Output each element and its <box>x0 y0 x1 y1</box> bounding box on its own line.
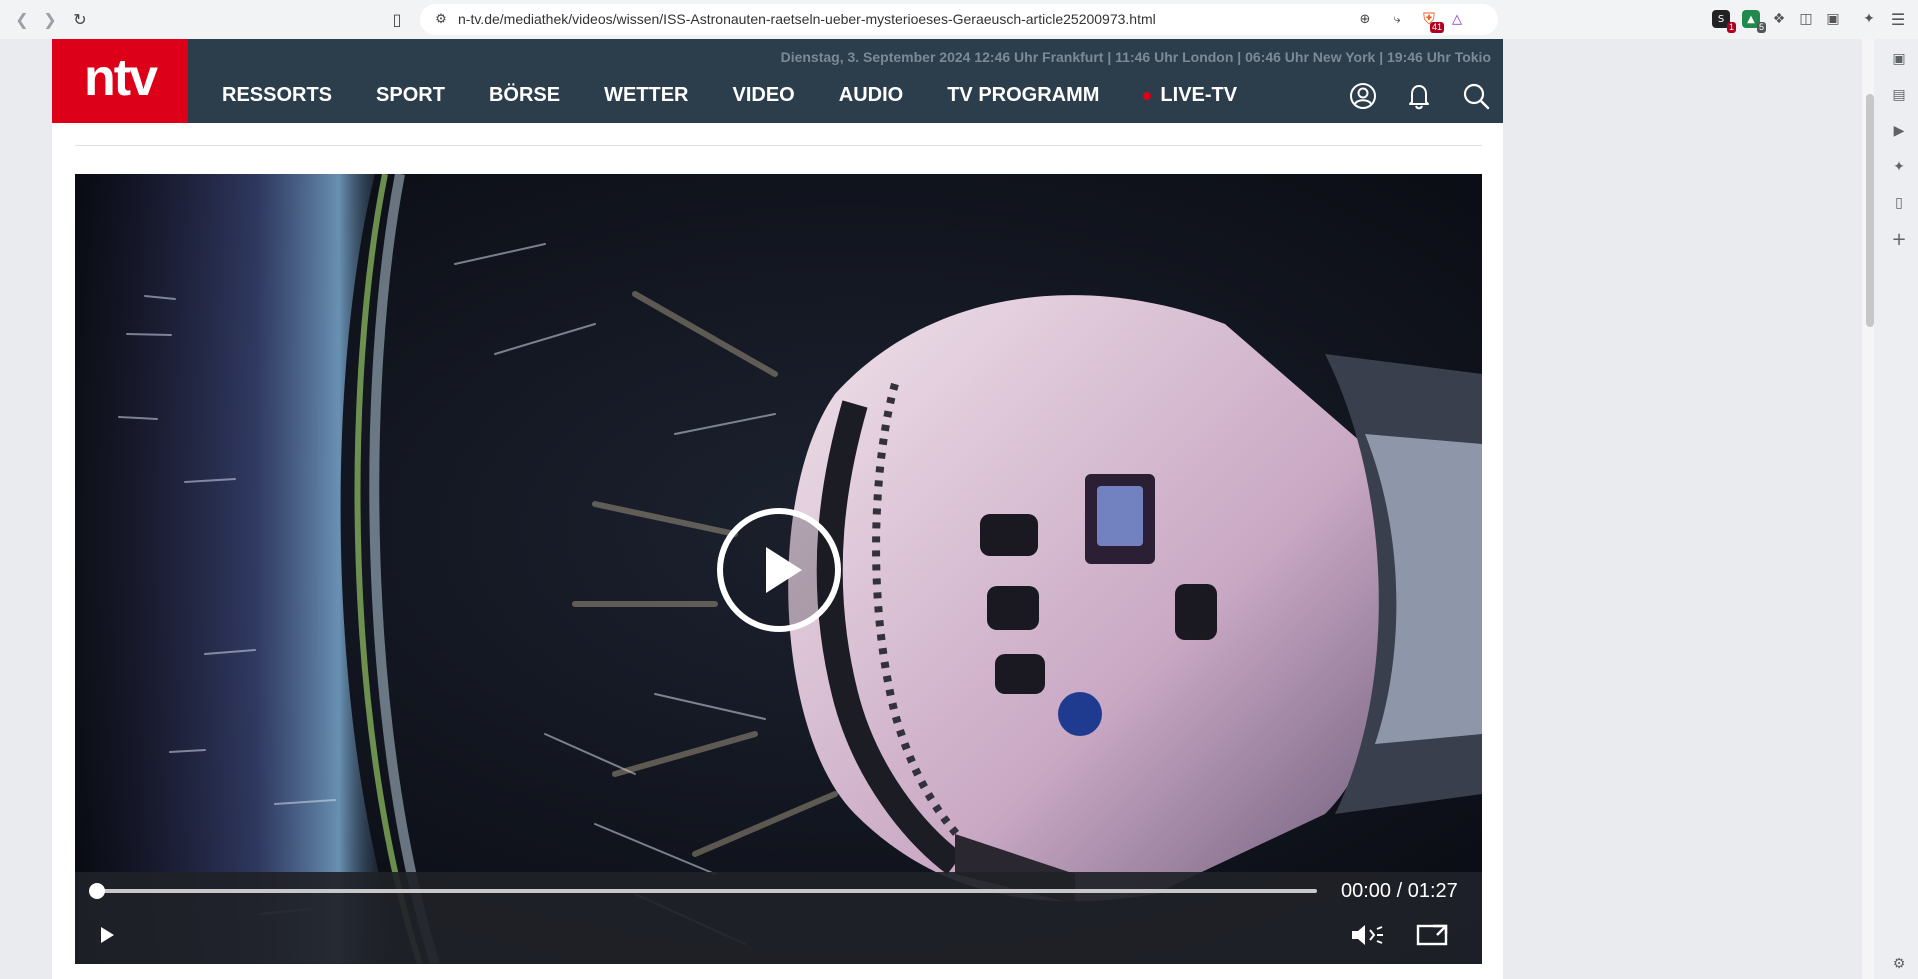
nav-boerse[interactable]: BÖRSE <box>489 84 560 107</box>
sidebar-reading-list-icon[interactable]: ▤ <box>1890 86 1908 104</box>
live-tv-label: LIVE-TV <box>1160 84 1238 106</box>
back-icon[interactable]: ❮ <box>12 9 32 29</box>
zoom-icon[interactable]: ⊕ <box>1356 10 1374 28</box>
extension-icon-2[interactable]: ▲ 5 <box>1742 10 1766 33</box>
logo-text: ntv <box>84 49 158 107</box>
nav-video[interactable]: VIDEO <box>733 84 795 107</box>
video-player[interactable]: 00:00 / 01:27 <box>75 174 1482 964</box>
user-icon[interactable] <box>1348 81 1378 111</box>
sidebar-toggle-icon[interactable]: ◫ <box>1797 10 1815 28</box>
reload-icon[interactable]: ↻ <box>70 9 90 29</box>
scrollbar-thumb[interactable] <box>1866 94 1874 327</box>
bookmark-icon[interactable]: ▯ <box>387 9 407 29</box>
dateline: Dienstag, 3. September 2024 12:46 Uhr Fr… <box>780 49 1491 65</box>
sidebar-playlist-icon[interactable]: ▶ <box>1890 122 1908 140</box>
mute-icon[interactable] <box>1348 920 1388 950</box>
search-icon[interactable] <box>1461 81 1491 111</box>
share-icon[interactable]: ⤷ <box>1388 10 1406 28</box>
main-navigation: RESSORTS SPORT BÖRSE WETTER VIDEO AUDIO … <box>222 84 1281 107</box>
extension-icon-1[interactable]: S1 <box>1712 10 1736 33</box>
wallet-icon[interactable]: ▣ <box>1824 10 1842 28</box>
progress-bar[interactable] <box>97 889 1317 893</box>
brave-rewards-icon[interactable]: △ <box>1448 10 1466 28</box>
video-controls: 00:00 / 01:27 <box>75 872 1482 964</box>
nav-wetter[interactable]: WETTER <box>604 84 688 107</box>
header-divider <box>75 145 1482 146</box>
browser-sidebar <box>1868 39 1918 979</box>
sidebar-wallet-icon[interactable]: ▣ <box>1890 50 1908 68</box>
nav-sport[interactable]: SPORT <box>376 84 445 107</box>
sidebar-add-icon[interactable]: + <box>1890 229 1908 250</box>
sidebar-bookmarks-icon[interactable]: ▯ <box>1890 194 1908 212</box>
extensions-puzzle-icon[interactable]: ❖ <box>1770 10 1788 28</box>
extension-badge-2: 5 <box>1756 22 1766 33</box>
nav-ressorts[interactable]: RESSORTS <box>222 84 332 107</box>
sidebar-settings-icon[interactable]: ⚙ <box>1890 955 1908 973</box>
nav-tv-programm[interactable]: TV PROGRAMM <box>947 84 1099 107</box>
address-bar[interactable]: ⚙ n-tv.de/mediathek/videos/wissen/ISS-As… <box>420 4 1498 35</box>
bell-icon[interactable] <box>1404 81 1434 111</box>
nav-audio[interactable]: AUDIO <box>839 84 903 107</box>
live-indicator-icon <box>1143 91 1152 100</box>
url-text[interactable]: n-tv.de/mediathek/videos/wissen/ISS-Astr… <box>458 11 1156 27</box>
fullscreen-icon[interactable] <box>1415 920 1449 950</box>
extension-badge-1: 1 <box>1726 22 1736 33</box>
leo-ai-icon[interactable]: ✦ <box>1860 10 1878 28</box>
play-icon[interactable] <box>91 920 121 950</box>
brave-shield-icon[interactable]: ⛨ 41 <box>1420 9 1444 33</box>
browser-toolbar: ❮ ❯ ↻ ▯ ⚙ n-tv.de/mediathek/videos/wisse… <box>0 0 1918 39</box>
forward-icon[interactable]: ❯ <box>40 9 60 29</box>
menu-icon[interactable]: ☰ <box>1889 10 1907 29</box>
time-display: 00:00 / 01:27 <box>1341 880 1458 902</box>
site-settings-icon[interactable]: ⚙ <box>432 10 450 28</box>
sidebar-leo-icon[interactable]: ✦ <box>1890 158 1908 176</box>
ntv-logo[interactable]: ntv <box>52 39 188 123</box>
big-play-button[interactable] <box>716 507 842 633</box>
progress-knob[interactable] <box>89 883 105 899</box>
brave-shield-count: 41 <box>1429 22 1444 33</box>
nav-live-tv[interactable]: LIVE-TV <box>1143 84 1237 107</box>
